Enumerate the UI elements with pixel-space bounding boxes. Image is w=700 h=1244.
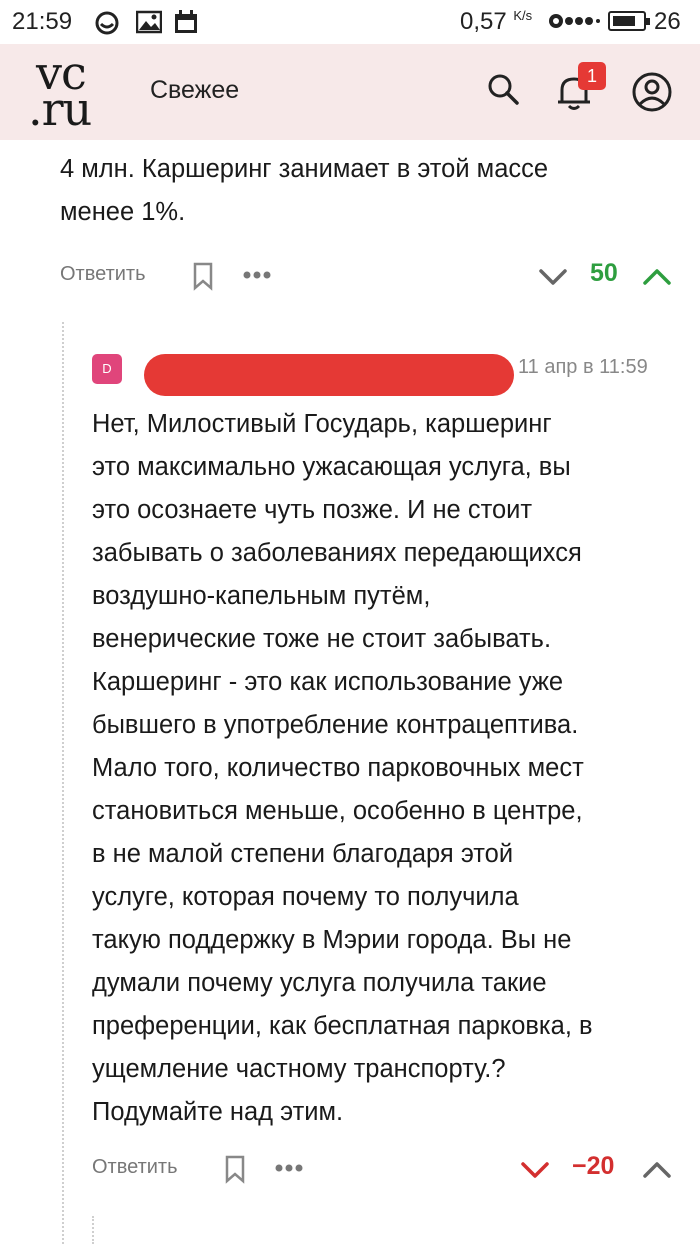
vote-up-icon[interactable] — [642, 263, 672, 294]
vote-down-icon[interactable] — [520, 1156, 550, 1187]
thread-line — [62, 322, 64, 1244]
app-header: vc .ru Свежее 1 — [0, 44, 700, 140]
comment-line: это максимально ужасающая услуга, вы — [92, 453, 571, 481]
app-notification-icon — [94, 10, 120, 43]
status-time: 21:59 — [12, 8, 73, 35]
comment-score: 50 — [590, 259, 618, 287]
comment-line: Каршеринг - это как использование уже — [92, 668, 564, 696]
search-icon[interactable] — [486, 72, 522, 108]
notification-badge: 1 — [578, 62, 606, 90]
comment-line: в не малой степени благодаря этой — [92, 840, 514, 868]
author-redaction — [144, 354, 514, 396]
signal-icon — [548, 10, 600, 39]
comment-line: Мало того, количество парковочных мест — [92, 754, 584, 782]
status-bar: 21:59 0,57 K/s 26 — [0, 0, 700, 44]
comment-line: Нет, Милостивый Государь, каршеринг — [92, 410, 552, 438]
nested-thread-line — [92, 1216, 94, 1244]
battery-icon — [608, 11, 650, 31]
vc-logo[interactable]: vc .ru — [28, 46, 110, 136]
calendar-icon — [174, 10, 198, 41]
comment-line: преференции, как бесплатная парковка, в — [92, 1012, 593, 1040]
comment-date[interactable]: 11 апр в 11:59 — [518, 356, 648, 379]
bookmark-icon[interactable] — [224, 1154, 246, 1189]
profile-icon[interactable] — [630, 70, 674, 114]
comment-line: воздушно-капельным путём, — [92, 582, 431, 610]
reply-button[interactable]: Ответить — [60, 263, 146, 286]
comment-line: услуге, которая почему то получила — [92, 883, 519, 911]
previous-comment-text: 4 млн. Каршеринг занимает в этой массе м… — [60, 155, 549, 226]
avatar[interactable]: D — [92, 354, 122, 384]
vote-up-icon[interactable] — [642, 1156, 672, 1187]
comment-line: ущемление частному транспорту.? — [92, 1055, 506, 1083]
comment-text: Нет, Милостивый Государь, каршеринг это … — [92, 403, 682, 1134]
comment-line: думали почему услуга получила такие — [92, 969, 547, 997]
author-name[interactable] — [144, 350, 514, 396]
comment-line: венерические тоже не стоит забывать. — [92, 625, 552, 653]
network-speed: 0,57 K/s — [460, 8, 533, 35]
comment-line: это осознаете чуть позже. И не стоит — [92, 496, 533, 524]
previous-comment-actions: Ответить 50 — [60, 257, 680, 297]
comment-actions: Ответить −20 — [92, 1150, 682, 1190]
comment-line: такую поддержку в Мэрии города. Вы не — [92, 926, 572, 954]
vote-down-icon[interactable] — [538, 263, 568, 294]
comment-score: −20 — [572, 1152, 615, 1180]
battery-level: 26 — [654, 8, 681, 35]
comment-line: забывать о заболеваниях передающихся — [92, 539, 582, 567]
comment-line: Подумайте над этим. — [92, 1098, 344, 1126]
comment-line: бывшего в употребление контрацептива. — [92, 711, 579, 739]
reply-button[interactable]: Ответить — [92, 1156, 178, 1179]
gallery-icon — [135, 10, 163, 41]
more-options-icon[interactable] — [274, 1156, 304, 1185]
section-title[interactable]: Свежее — [150, 76, 239, 105]
comment-line: становиться меньше, особенно в центре, — [92, 797, 583, 825]
more-options-icon[interactable] — [242, 263, 272, 292]
bookmark-icon[interactable] — [192, 261, 214, 296]
